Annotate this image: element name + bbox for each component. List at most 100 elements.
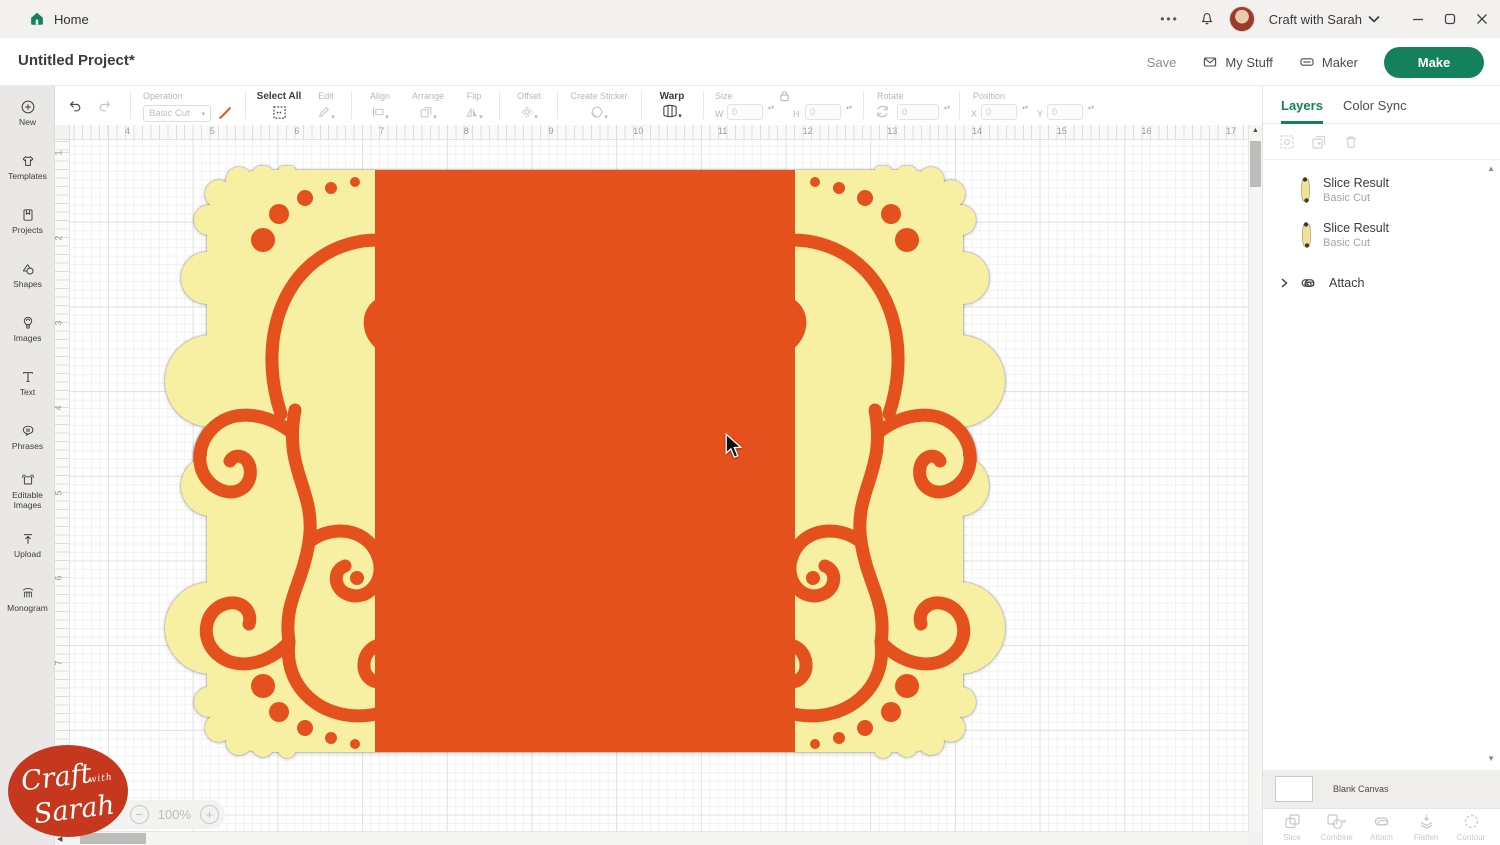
my-stuff-button[interactable]: My Stuff <box>1202 54 1272 70</box>
panel-scroll-up-icon[interactable]: ▲ <box>1487 164 1495 173</box>
flatten-label: Flatten <box>1414 833 1438 842</box>
design-artwork[interactable] <box>165 166 1005 760</box>
sidebar-item-new[interactable]: New <box>0 86 55 140</box>
rotate-stepper[interactable]: ▴▾ <box>944 106 950 111</box>
horizontal-scrollbar[interactable]: ◀ <box>55 831 1248 845</box>
sidebar-item-images[interactable]: Images <box>0 302 55 356</box>
ruler-tick-label: 5 <box>55 490 64 495</box>
notifications-bell-icon[interactable] <box>1199 11 1215 27</box>
tshirt-templates-icon <box>20 153 36 169</box>
duplicate-layer-icon[interactable] <box>1311 134 1327 150</box>
size-height-stepper[interactable]: ▴▾ <box>846 106 852 111</box>
panel-scroll-down-icon[interactable]: ▼ <box>1487 754 1495 763</box>
scroll-up-arrow-icon[interactable]: ▲ <box>1252 127 1259 134</box>
ruler-tick-label: 7 <box>379 126 384 136</box>
zoom-level: 100% <box>158 807 191 822</box>
sidebar-item-upload[interactable]: Upload <box>0 518 55 572</box>
operation-color-swatch[interactable] <box>217 105 233 121</box>
position-x-input[interactable] <box>981 104 1017 120</box>
sidebar-item-text[interactable]: Text <box>0 356 55 410</box>
tab-home[interactable]: Home <box>10 0 107 38</box>
layer-item-slice-result-2[interactable]: Slice Result Basic Cut <box>1263 213 1490 257</box>
edit-button[interactable]: Edit ▾ <box>309 91 343 122</box>
sidebar-item-editable-images[interactable]: Editable Images <box>0 464 55 518</box>
create-sticker-button[interactable]: Create Sticker ▾ <box>565 91 633 122</box>
ruler-tick-label: 11 <box>718 126 727 136</box>
flatten-button[interactable]: Flatten <box>1405 813 1447 842</box>
attach-button[interactable]: Attach <box>1361 813 1403 842</box>
close-button[interactable] <box>1476 13 1488 25</box>
ruler-tick-label: 12 <box>803 126 813 136</box>
size-width-input[interactable] <box>727 104 763 120</box>
pencil-edit-icon <box>317 105 331 119</box>
undo-button[interactable] <box>67 98 83 114</box>
operation-label: Operation <box>143 91 183 101</box>
minimize-button[interactable] <box>1412 13 1424 25</box>
editable-images-icon <box>20 472 36 488</box>
maker-machine-button[interactable]: Maker <box>1299 54 1358 70</box>
sidebar-item-monogram[interactable]: Monogram <box>0 572 55 626</box>
account-menu[interactable]: Craft with Sarah <box>1269 12 1380 27</box>
redo-button[interactable] <box>97 98 113 114</box>
create-sticker-icon <box>590 105 604 119</box>
select-all-label: Select All <box>257 91 302 102</box>
chevron-down-icon <box>1368 15 1380 23</box>
divider <box>245 91 246 119</box>
rotate-input[interactable] <box>897 104 939 120</box>
layer-name: Slice Result <box>1323 176 1389 190</box>
overflow-menu-icon[interactable]: ••• <box>1160 12 1179 26</box>
align-button[interactable]: Align ▾ <box>361 91 399 122</box>
group-layers-icon[interactable] <box>1279 134 1295 150</box>
sidebar-item-projects[interactable]: Projects <box>0 194 55 248</box>
warp-button[interactable]: Warp ▾ <box>651 91 693 121</box>
size-label: Size <box>715 91 733 101</box>
vertical-scrollbar[interactable]: ▲ <box>1248 125 1262 831</box>
sidebar-label: Shapes <box>13 280 42 290</box>
ruler-tick-label: 3 <box>55 320 64 325</box>
position-x-stepper[interactable]: ▴▾ <box>1022 106 1028 111</box>
sidebar-label: Monogram <box>7 604 48 614</box>
slice-button[interactable]: Slice <box>1271 813 1313 842</box>
flip-label: Flip <box>467 91 482 101</box>
size-width-stepper[interactable]: ▴▾ <box>768 106 774 111</box>
save-button[interactable]: Save <box>1147 55 1177 70</box>
rotate-icon <box>875 104 890 119</box>
blank-canvas-swatch[interactable] <box>1275 776 1313 802</box>
avatar[interactable] <box>1229 6 1255 32</box>
center-rectangle <box>375 170 795 752</box>
tab-layers[interactable]: Layers <box>1281 86 1323 124</box>
operation-dropdown[interactable]: Basic Cut ▾ <box>143 105 211 122</box>
flip-button[interactable]: Flip ▾ <box>457 91 491 122</box>
arrange-button[interactable]: Arrange ▾ <box>405 91 451 122</box>
chevron-right-icon[interactable] <box>1279 278 1289 288</box>
maximize-button[interactable] <box>1444 13 1456 25</box>
sidebar-item-templates[interactable]: Templates <box>0 140 55 194</box>
position-y-stepper[interactable]: ▴▾ <box>1088 106 1094 111</box>
position-y-input[interactable] <box>1047 104 1083 120</box>
sidebar-item-shapes[interactable]: Shapes <box>0 248 55 302</box>
contour-button[interactable]: Contour <box>1450 813 1492 842</box>
combine-button[interactable]: Combine <box>1316 813 1358 842</box>
blank-canvas-row[interactable]: Blank Canvas <box>1263 770 1500 808</box>
sidebar-item-phrases[interactable]: Phrases <box>0 410 55 464</box>
divider <box>130 91 131 119</box>
sidebar-label: Editable Images <box>0 491 55 511</box>
size-height-input[interactable] <box>805 104 841 120</box>
tab-color-sync[interactable]: Color Sync <box>1343 86 1407 124</box>
maker-machine-icon <box>1299 54 1315 70</box>
vertical-scrollbar-thumb[interactable] <box>1250 141 1261 187</box>
zoom-out-button[interactable]: − <box>130 805 149 824</box>
delete-layer-icon[interactable] <box>1343 134 1359 150</box>
scrollbar-corner <box>1248 831 1262 845</box>
make-button[interactable]: Make <box>1384 47 1484 78</box>
size-lock-icon[interactable] <box>779 90 790 102</box>
ruler-tick-label: 4 <box>55 405 64 410</box>
layer-item-slice-result-1[interactable]: Slice Result Basic Cut <box>1263 168 1490 212</box>
offset-button[interactable]: Offset ▾ <box>507 91 551 122</box>
combine-label: Combine <box>1321 833 1353 842</box>
select-all-button[interactable]: Select All <box>253 91 305 123</box>
zoom-in-button[interactable]: + <box>200 805 219 824</box>
divider <box>959 91 960 119</box>
layer-group-attach[interactable]: Attach <box>1263 266 1490 300</box>
canvas-area: 4567891011121314151617 1234567 <box>55 125 1262 845</box>
